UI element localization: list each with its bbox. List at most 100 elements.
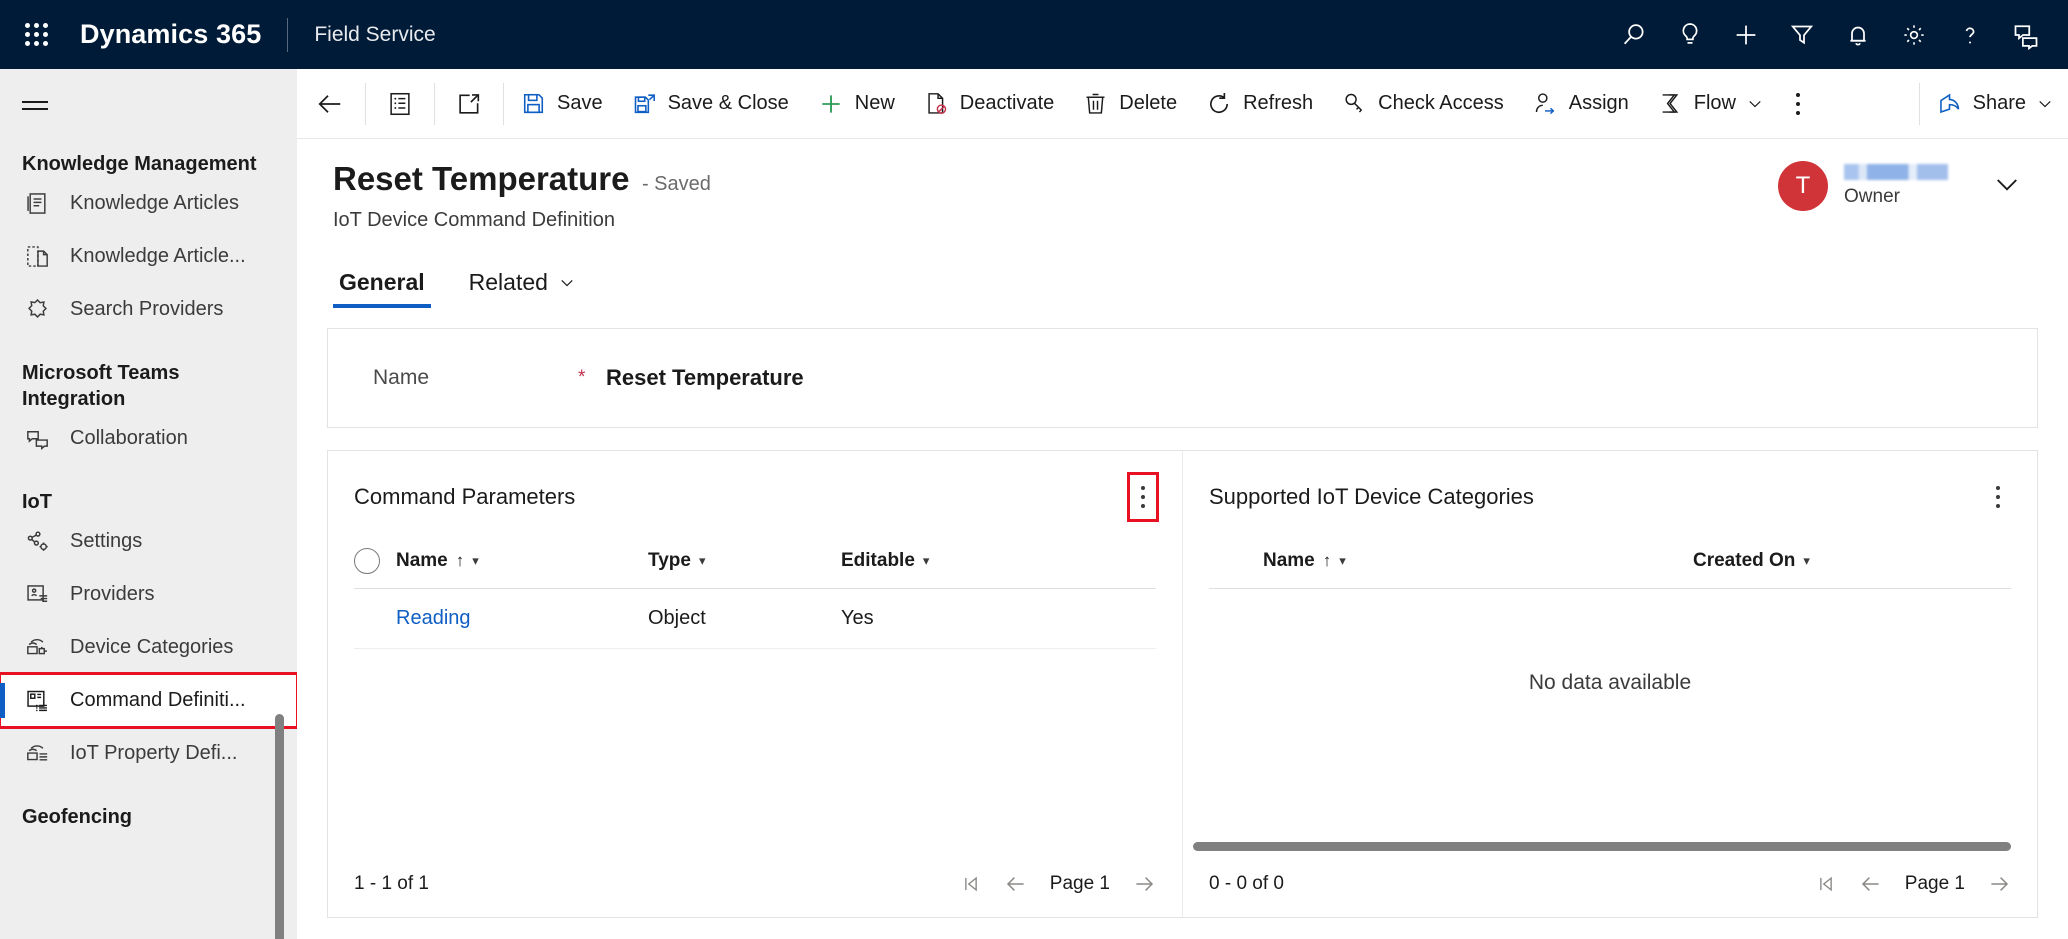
table-row[interactable]: Reading Object Yes (354, 589, 1156, 649)
sidebar-item-device-categories[interactable]: Device Categories (0, 621, 297, 674)
lightbulb-icon[interactable] (1662, 7, 1718, 63)
supported-categories-more-button[interactable] (1985, 475, 2011, 519)
column-header-type-label: Type (648, 550, 691, 572)
save-button[interactable]: Save (506, 69, 617, 139)
sidebar-item-label: Collaboration (70, 427, 188, 450)
sidebar-item-label: Knowledge Articles (70, 192, 239, 215)
question-icon[interactable] (1942, 7, 1998, 63)
new-button[interactable]: New (803, 69, 909, 139)
select-all-checkbox[interactable] (354, 548, 380, 574)
nav-section-knowledge-management: Knowledge Management (0, 151, 297, 177)
sort-ascending-icon: ↑ (1323, 551, 1332, 571)
top-navigation-bar: Dynamics 365 Field Service (0, 0, 2068, 69)
page-title-row: Reset Temperature - Saved (333, 161, 711, 197)
command-parameters-footer: 1 - 1 of 1 Page 1 (328, 851, 1182, 917)
device-categories-icon (22, 633, 52, 663)
iot-providers-icon (22, 580, 52, 610)
chevron-down-icon: ▾ (699, 553, 706, 569)
sidebar-navigation: Knowledge Management Knowledge Articles … (0, 69, 297, 939)
column-header-editable[interactable]: Editable ▾ (841, 550, 929, 572)
column-header-name[interactable]: Name ↑ ▾ (1263, 550, 1693, 572)
brand-divider (287, 18, 288, 52)
sidebar-item-label: Providers (70, 583, 154, 606)
popout-button[interactable] (437, 69, 501, 139)
delete-label: Delete (1119, 92, 1177, 115)
form-selector-button[interactable] (368, 69, 432, 139)
supported-categories-header: Supported IoT Device Categories (1183, 451, 2037, 519)
chevron-down-icon (2036, 95, 2054, 113)
previous-page-button[interactable] (1859, 872, 1883, 896)
next-page-button[interactable] (1987, 872, 2011, 896)
supported-categories-footer: 0 - 0 of 0 Page 1 (1183, 851, 2037, 917)
refresh-button[interactable]: Refresh (1191, 69, 1327, 139)
grid-horizontal-scrollbar[interactable] (1193, 842, 2011, 851)
hamburger-menu-icon[interactable] (14, 83, 58, 127)
search-icon[interactable] (1606, 7, 1662, 63)
check-access-button[interactable]: Check Access (1327, 69, 1518, 139)
command-parameters-title: Command Parameters (354, 484, 575, 510)
sidebar-item-command-definitions[interactable]: Command Definiti... (0, 674, 297, 727)
share-label: Share (1973, 92, 2026, 115)
command-divider (365, 83, 366, 125)
search-provider-icon (22, 295, 52, 325)
command-parameters-panel: Command Parameters Name ↑ ▾ Type ▾ Edita… (328, 451, 1183, 917)
sidebar-item-iot-property-definitions[interactable]: IoT Property Defi... (0, 727, 297, 780)
page-label: Page 1 (1905, 873, 1965, 895)
filter-icon[interactable] (1774, 7, 1830, 63)
bell-icon[interactable] (1830, 7, 1886, 63)
gear-icon[interactable] (1886, 7, 1942, 63)
back-button[interactable] (297, 69, 363, 139)
supported-iot-device-categories-panel: Supported IoT Device Categories Name ↑ ▾… (1183, 451, 2037, 917)
column-header-created-on[interactable]: Created On ▾ (1693, 550, 1810, 572)
sort-ascending-icon: ↑ (456, 551, 465, 571)
first-page-button[interactable] (1815, 873, 1837, 895)
main-content: Reset Temperature - Saved IoT Device Com… (297, 139, 2068, 939)
flow-button[interactable]: Flow (1643, 69, 1778, 139)
column-header-type[interactable]: Type ▾ (648, 550, 841, 572)
new-label: New (855, 92, 895, 115)
supported-categories-title: Supported IoT Device Categories (1209, 484, 1534, 510)
owner-role-label: Owner (1844, 186, 1948, 208)
column-header-name-label: Name (1263, 550, 1315, 572)
header-expand-icon[interactable] (1992, 169, 2022, 204)
name-field-value[interactable]: Reset Temperature (606, 365, 804, 391)
command-divider (1919, 83, 1920, 125)
sidebar-item-knowledge-articles[interactable]: Knowledge Articles (0, 177, 297, 230)
sidebar-item-settings[interactable]: Settings (0, 515, 297, 568)
sidebar-scrollbar[interactable] (275, 714, 284, 939)
first-page-button[interactable] (960, 873, 982, 895)
save-and-close-label: Save & Close (668, 92, 789, 115)
plus-icon[interactable] (1718, 7, 1774, 63)
next-page-button[interactable] (1132, 872, 1156, 896)
command-parameters-more-button[interactable] (1130, 475, 1156, 519)
sidebar-item-search-providers[interactable]: Search Providers (0, 283, 297, 336)
tab-related[interactable]: Related (463, 269, 582, 308)
cell-name[interactable]: Reading (396, 607, 648, 630)
brand-title[interactable]: Dynamics 365 (80, 19, 261, 50)
nav-section-geofencing: Geofencing (0, 804, 297, 830)
entity-name-label: IoT Device Command Definition (333, 209, 711, 232)
feedback-icon[interactable] (1998, 7, 2054, 63)
required-marker: * (578, 367, 606, 389)
assign-label: Assign (1569, 92, 1629, 115)
app-name-label[interactable]: Field Service (314, 23, 435, 47)
app-launcher-icon[interactable] (22, 20, 52, 50)
assign-button[interactable]: Assign (1518, 69, 1643, 139)
sidebar-item-providers[interactable]: Providers (0, 568, 297, 621)
sidebar-item-label: Settings (70, 530, 142, 553)
command-parameters-column-headers: Name ↑ ▾ Type ▾ Editable ▾ (354, 533, 1156, 589)
pagination-controls: Page 1 (960, 872, 1156, 896)
deactivate-button[interactable]: Deactivate (909, 69, 1069, 139)
chevron-down-icon (558, 274, 576, 292)
sidebar-item-collaboration[interactable]: Collaboration (0, 412, 297, 465)
sidebar-item-knowledge-article-templates[interactable]: Knowledge Article... (0, 230, 297, 283)
nav-section-microsoft-teams-integration: Microsoft Teams Integration (0, 360, 297, 412)
command-overflow-button[interactable] (1778, 69, 1818, 139)
column-header-name[interactable]: Name ↑ ▾ (396, 550, 648, 572)
save-and-close-button[interactable]: Save & Close (617, 69, 803, 139)
delete-button[interactable]: Delete (1068, 69, 1191, 139)
share-button[interactable]: Share (1922, 69, 2068, 139)
previous-page-button[interactable] (1004, 872, 1028, 896)
pagination-controls: Page 1 (1815, 872, 2011, 896)
tab-general[interactable]: General (333, 269, 431, 308)
